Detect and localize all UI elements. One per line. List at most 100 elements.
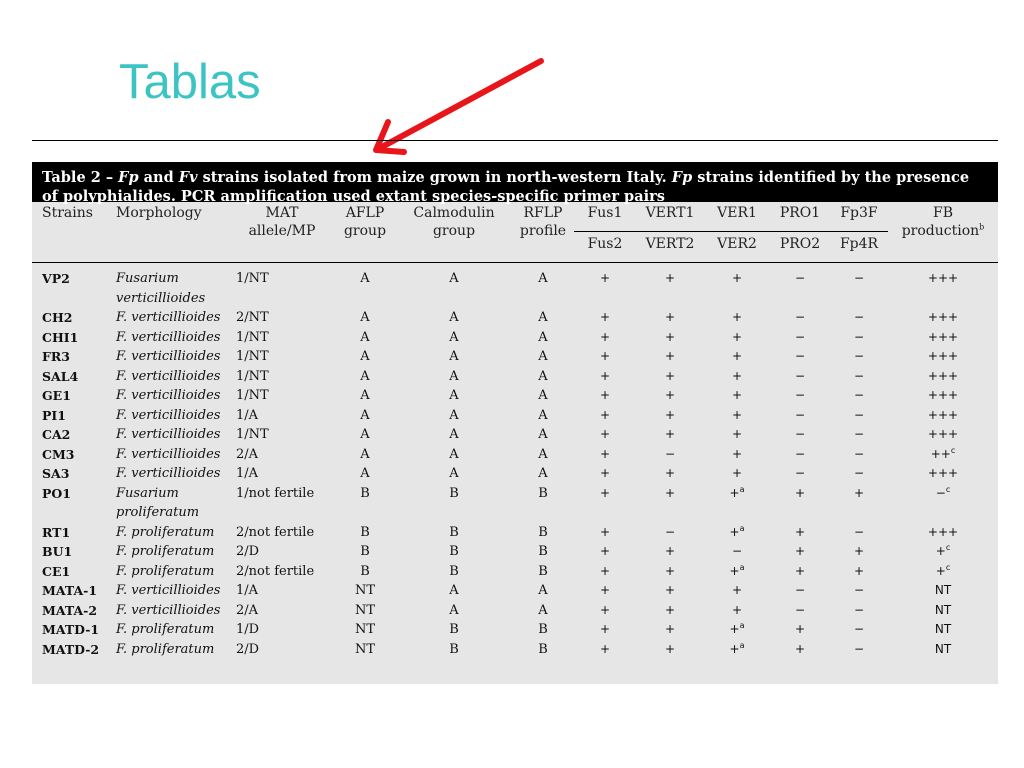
cell-vert: +: [664, 349, 676, 363]
cell-pro: −: [794, 427, 806, 441]
cell-fus: +: [599, 602, 611, 617]
cell-fus: +: [599, 329, 611, 344]
cell-morphology: F. proliferatum: [116, 563, 215, 579]
cell-strain: VP2: [42, 271, 70, 286]
table-row: PI1 F. verticillioides 1/A A A A + + + −…: [32, 406, 998, 426]
cell-calmodulin: A: [449, 388, 459, 403]
cell-mat: 1/A: [236, 583, 259, 598]
cell-mat: 2/A: [236, 446, 259, 462]
cell-morphology: F. proliferatum: [116, 641, 215, 657]
cell-vert: +: [664, 485, 676, 500]
cell-fb: +c: [935, 562, 951, 578]
cell-ver: +a: [729, 640, 745, 656]
table-row: GE1 F. verticillioides 1/NT A A A + + + …: [32, 386, 998, 406]
cell-morphology: F. verticillioides: [116, 466, 221, 481]
cell-ver: +: [731, 329, 743, 344]
cell-fb: +++: [927, 388, 959, 402]
header-fp3f: Fp3F: [830, 202, 888, 232]
cell-strain: SAL4: [42, 368, 79, 384]
cell-fus: +: [599, 563, 611, 578]
cell-mat: 1/A: [236, 466, 259, 481]
header-calmodulin: Calmodulin group: [396, 202, 512, 263]
cell-fb: NT: [934, 583, 952, 597]
cell-morphology: Fusarium proliferatum: [116, 485, 200, 521]
header-pro2: PRO2: [770, 231, 830, 263]
cell-fus: +: [599, 368, 611, 383]
cell-calmodulin: A: [449, 583, 459, 598]
table-row: MATA-2 F. verticillioides 2/A NT A A + +…: [32, 601, 998, 621]
cell-strain: PI1: [42, 407, 66, 423]
table-row: MATD-2 F. proliferatum 2/D NT B B + + +a…: [32, 640, 998, 660]
header-fp4r: Fp4R: [830, 231, 888, 263]
cell-fus: +: [599, 349, 611, 363]
cell-ver: +: [731, 349, 743, 363]
cell-aflp: A: [360, 427, 370, 442]
cell-strain: CHI1: [42, 329, 79, 345]
table-row: RT1 F. proliferatum 2/not fertile B B B …: [32, 523, 998, 543]
header-pro1: PRO1: [770, 202, 830, 232]
cell-rflp: A: [538, 388, 548, 403]
cell-pro: −: [794, 388, 806, 402]
cell-aflp: B: [360, 524, 370, 540]
cell-calmodulin: A: [449, 329, 459, 345]
cell-aflp: A: [360, 446, 370, 462]
cell-vert: +: [664, 271, 676, 285]
cell-ver: +a: [729, 523, 745, 539]
cell-morphology: F. verticillioides: [116, 368, 221, 384]
cell-aflp: B: [360, 485, 370, 501]
cell-mat: 2/not fertile: [236, 563, 315, 579]
cell-mat: 1/NT: [236, 349, 269, 364]
cell-fp: −: [853, 622, 865, 636]
cell-aflp: A: [360, 329, 370, 345]
cell-calmodulin: A: [449, 602, 459, 618]
top-divider: [32, 140, 998, 141]
cell-vert: +: [664, 641, 676, 656]
cell-fus: +: [599, 466, 611, 480]
cell-fp: −: [853, 329, 865, 344]
cell-vert: −: [664, 446, 676, 461]
table-caption: Table 2 – Fp and Fv strains isolated fro…: [32, 162, 998, 205]
cell-mat: 1/D: [236, 622, 260, 637]
cell-rflp: B: [538, 563, 548, 579]
cell-mat: 1/NT: [236, 368, 269, 384]
strains-table: Strains Morphology MAT allele/MP AFLP grou…: [32, 202, 998, 659]
cell-vert: +: [664, 583, 676, 597]
cell-vert: +: [664, 368, 676, 383]
cell-fb: +++: [927, 407, 959, 422]
cell-morphology: F. verticillioides: [116, 388, 221, 403]
cell-vert: +: [664, 544, 676, 558]
cell-ver: +: [731, 310, 743, 324]
cell-fp: −: [853, 524, 865, 539]
cell-pro: −: [794, 466, 806, 480]
header-ver1: VER1: [704, 202, 770, 232]
cell-strain: MATA-2: [42, 602, 98, 618]
cell-fp: −: [853, 407, 865, 422]
cell-pro: −: [794, 446, 806, 461]
cell-aflp: A: [360, 349, 370, 364]
cell-pro: −: [794, 583, 806, 597]
cell-vert: +: [664, 407, 676, 422]
header-fus2: Fus2: [574, 231, 636, 263]
cell-aflp: NT: [354, 602, 376, 618]
cell-calmodulin: A: [449, 407, 459, 423]
data-table-panel: Table 2 – Fp and Fv strains isolated fro…: [32, 162, 998, 684]
cell-fus: +: [599, 485, 611, 500]
cell-strain: GE1: [42, 388, 71, 403]
cell-mat: 2/D: [236, 641, 260, 657]
cell-fb: NT: [934, 641, 952, 656]
cell-aflp: A: [360, 368, 370, 384]
cell-pro: −: [794, 271, 806, 285]
cell-rflp: B: [538, 622, 548, 637]
cell-vert: +: [664, 563, 676, 578]
cell-mat: 2/not fertile: [236, 524, 315, 540]
table-row: SA3 F. verticillioides 1/A A A A + + + −…: [32, 464, 998, 484]
table-row: BU1 F. proliferatum 2/D B B B + + − + + …: [32, 542, 998, 562]
cell-rflp: A: [538, 427, 548, 442]
cell-fb: +c: [935, 543, 951, 559]
cell-aflp: A: [360, 310, 370, 325]
table-row: CE1 F. proliferatum 2/not fertile B B B …: [32, 562, 998, 582]
cell-calmodulin: A: [449, 466, 459, 481]
cell-strain: CE1: [42, 563, 71, 579]
cell-morphology: F. verticillioides: [116, 310, 221, 325]
cell-mat: 2/A: [236, 602, 259, 618]
